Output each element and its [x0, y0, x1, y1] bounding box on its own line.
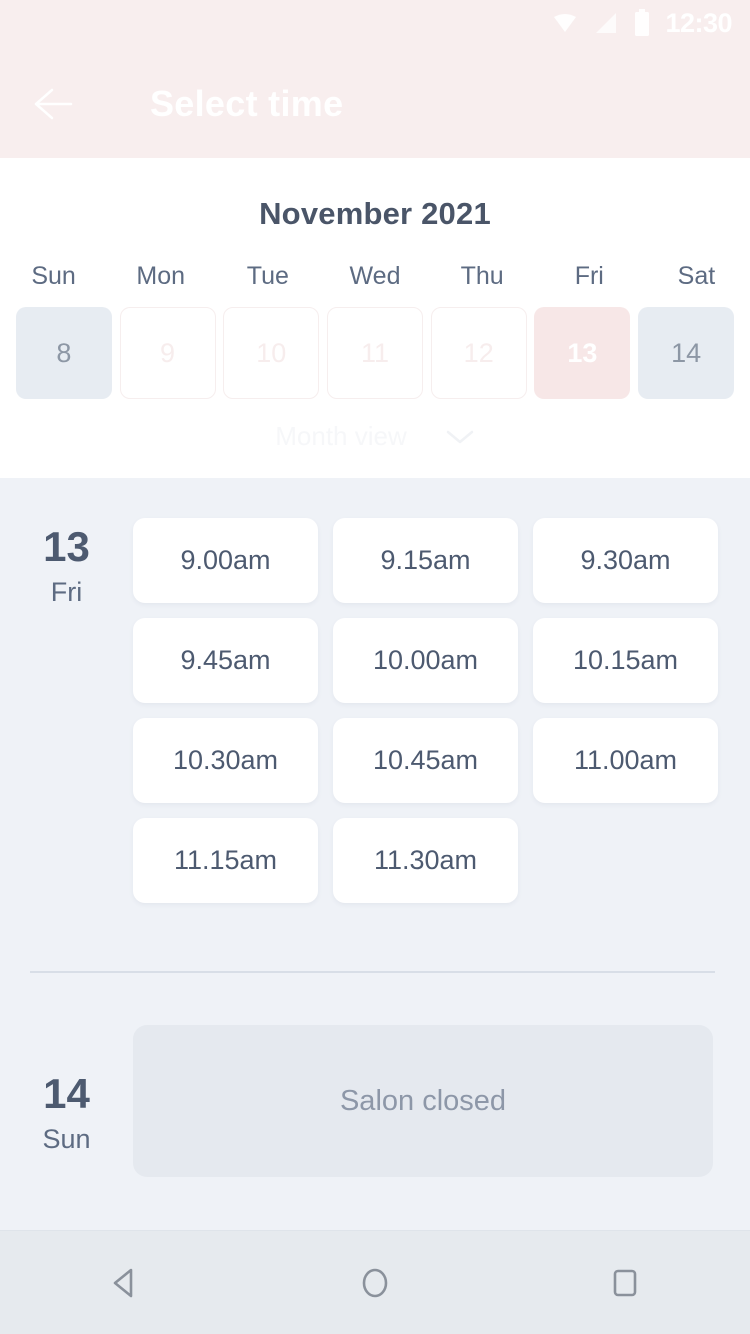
day-of-week: Sun — [42, 1124, 91, 1154]
calendar-day-cell[interactable]: 9 — [119, 307, 216, 399]
weekday-label: Sun — [31, 262, 76, 290]
nav-recents-button[interactable] — [565, 1231, 685, 1334]
back-button[interactable] — [28, 78, 80, 130]
nav-back-button[interactable] — [65, 1231, 185, 1334]
wifi-icon — [554, 14, 577, 32]
day-label: 14 Sun — [0, 1025, 133, 1177]
calendar-day-row: 8 9 10 11 12 13 14 — [0, 307, 750, 399]
calendar-day-cell[interactable]: 11 — [326, 307, 423, 399]
android-nav-bar — [0, 1230, 750, 1334]
weekday-label: Fri — [574, 262, 604, 290]
weekday-label: Sat — [677, 262, 716, 290]
home-circle-icon — [362, 1268, 388, 1297]
section-divider — [30, 971, 715, 973]
day-block-14: 14 Sun Salon closed — [0, 1025, 750, 1177]
time-slot[interactable]: 10.00am — [333, 618, 518, 703]
back-arrow-icon — [34, 88, 73, 120]
weekday-label: Mon — [136, 262, 186, 290]
calendar-day-cell[interactable]: 12 — [430, 307, 527, 399]
chevron-down-icon — [446, 430, 473, 443]
time-slot[interactable]: 9.00am — [133, 518, 318, 603]
nav-home-button[interactable] — [315, 1231, 435, 1334]
schedule-area: 13 Fri 9.00am 9.15am 9.30am 9.45am 10.00… — [0, 478, 750, 1230]
day-of-week: Fri — [50, 577, 83, 607]
time-slot[interactable]: 11.30am — [333, 818, 518, 903]
phone-screen: Select time 12:30 November 2021 Sun Mon … — [0, 0, 750, 1334]
day-number: 13 — [43, 523, 90, 570]
time-slot[interactable]: 11.15am — [133, 818, 318, 903]
weekday-label: Wed — [349, 262, 401, 290]
calendar-day-cell[interactable]: 14 — [638, 307, 735, 399]
time-slot[interactable]: 10.30am — [133, 718, 318, 803]
battery-icon — [635, 9, 650, 36]
status-bar: 12:30 — [0, 0, 750, 46]
weekday-label: Thu — [460, 262, 504, 290]
salon-closed-banner: Salon closed — [133, 1025, 713, 1177]
calendar-panel: November 2021 Sun Mon Tue Wed Thu Fri Sa… — [0, 158, 750, 478]
page-title: Select time — [150, 83, 344, 124]
recents-square-icon — [613, 1269, 637, 1296]
weekday-label: Tue — [246, 262, 289, 290]
time-slot-grid: 9.00am 9.15am 9.30am 9.45am 10.00am 10.1… — [133, 478, 750, 903]
day-block-13: 13 Fri 9.00am 9.15am 9.30am 9.45am 10.00… — [0, 478, 750, 903]
calendar-weekday-row: Sun Mon Tue Wed Thu Fri Sat — [0, 262, 750, 291]
day-label: 13 Fri — [0, 478, 133, 903]
month-view-toggle[interactable]: Month view — [0, 421, 750, 452]
calendar-day-cell-selected[interactable]: 13 — [534, 307, 631, 399]
time-slot[interactable]: 10.45am — [333, 718, 518, 803]
calendar-month-title: November 2021 — [259, 196, 491, 231]
day-number: 14 — [43, 1070, 90, 1117]
status-bar-clock: 12:30 — [665, 7, 732, 38]
time-slot[interactable]: 10.15am — [533, 618, 718, 703]
signal-icon — [596, 13, 617, 33]
time-slot[interactable]: 9.15am — [333, 518, 518, 603]
time-slot[interactable]: 9.30am — [533, 518, 718, 603]
calendar-day-cell[interactable]: 8 — [15, 307, 112, 399]
time-slot[interactable]: 11.00am — [533, 718, 718, 803]
back-triangle-icon — [113, 1268, 133, 1297]
month-view-label: Month view — [275, 421, 407, 451]
time-slot[interactable]: 9.45am — [133, 618, 318, 703]
calendar-day-cell[interactable]: 10 — [223, 307, 320, 399]
